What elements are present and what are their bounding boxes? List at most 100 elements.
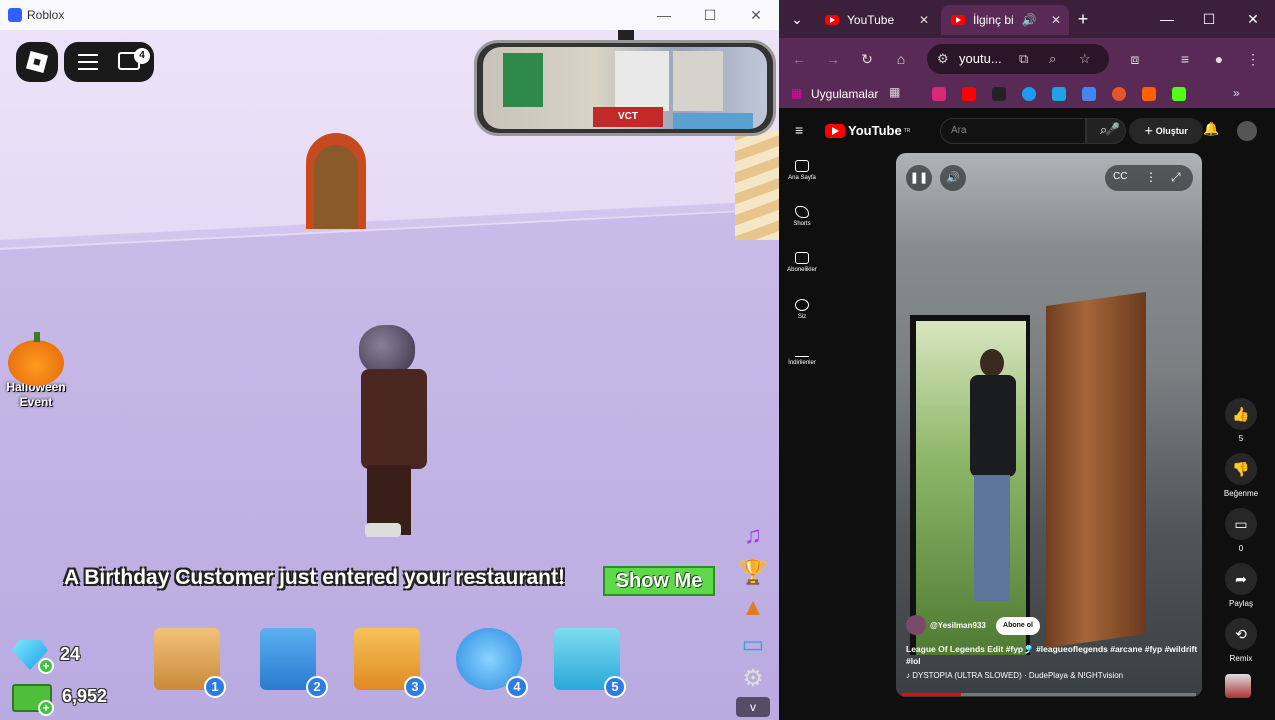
trophy-icon[interactable]: 🏆 (737, 556, 769, 588)
pumpkin-icon (8, 332, 64, 386)
youtube-favicon-icon (825, 15, 839, 25)
home-icon[interactable]: ⌂ (889, 47, 913, 71)
halloween-event-button[interactable]: Halloween Event (4, 332, 68, 410)
guide-menu-icon[interactable]: ≡ (795, 122, 803, 138)
create-button[interactable]: ＋ Oluştur (1129, 118, 1203, 144)
hotbar-slot-1[interactable]: 1 (146, 620, 230, 702)
subscribe-button[interactable]: Abone ol (996, 617, 1040, 635)
profile-avatar-icon[interactable]: ● (1207, 47, 1231, 71)
microphone-icon[interactable]: 🎤 (1105, 122, 1120, 136)
arched-door (306, 133, 366, 229)
youtube-search-input[interactable]: Ara (940, 118, 1086, 144)
like-button[interactable]: 👍 5 (1211, 398, 1271, 443)
back-icon[interactable]: ← (787, 47, 811, 71)
notifications-bell-icon[interactable]: 🔔 (1203, 121, 1219, 137)
bookmark-star-icon[interactable]: ☆ (1079, 44, 1091, 74)
cash-value: 6,952 (62, 686, 108, 706)
channel-name[interactable]: @Yesilman933 (930, 621, 986, 630)
tab-youtube[interactable]: YouTube ✕ (815, 5, 937, 35)
video-progress-bar[interactable] (902, 693, 1196, 696)
add-gems-icon[interactable]: + (38, 658, 54, 674)
settings-gear-icon[interactable]: ⚙ (737, 662, 769, 694)
close-button[interactable]: ✕ (1241, 7, 1265, 31)
new-tab-button[interactable]: + (1071, 7, 1095, 31)
sidebar-item-subscriptions[interactable]: Abonelikler (779, 252, 825, 273)
sidebar-item-you[interactable]: Siz (779, 299, 825, 320)
shorts-icon (795, 206, 809, 218)
browser-menu-icon[interactable]: ⋮ (1241, 47, 1265, 71)
forward-icon[interactable]: → (821, 47, 845, 71)
collapse-button[interactable]: v (736, 697, 770, 717)
cash-counter[interactable]: + 6,952 (12, 678, 122, 718)
hotbar-slot-2[interactable]: 2 (248, 620, 332, 702)
share-icon: ➦ (1225, 563, 1257, 595)
remix-button[interactable]: ⟲ Remix (1211, 618, 1271, 663)
bookmark-icon[interactable] (1082, 87, 1096, 101)
bookmarks-bar: ▦ Uygulamalar ▦ » (779, 80, 1275, 108)
tab-audio-icon[interactable]: 🔊 (1022, 13, 1037, 27)
sidebar-item-downloads[interactable]: İndirilenler (779, 345, 825, 366)
hotbar-slot-5[interactable]: 5 (546, 620, 630, 702)
account-avatar[interactable] (1237, 121, 1257, 141)
tab-search-icon[interactable]: ⌄ (785, 7, 809, 31)
reload-icon[interactable]: ↻ (855, 47, 879, 71)
address-bar[interactable]: ⚙ youtu... ⧉ ⌕ ☆ (927, 44, 1109, 74)
shorts-player[interactable]: ❚❚ 🔊 CC ⋮ ⤢ @Yesilman933 Abone ol League… (896, 153, 1202, 697)
close-button[interactable]: ✕ (733, 0, 779, 30)
more-bookmarks-icon[interactable]: » (1233, 86, 1240, 100)
game-viewport[interactable]: VCT 4 Halloween Event A Birthday Custome… (0, 30, 779, 720)
captions-icon[interactable]: CC (1113, 171, 1127, 182)
pause-button[interactable]: ❚❚ (906, 165, 932, 191)
minimize-button[interactable]: — (641, 0, 687, 30)
you-icon (795, 299, 809, 311)
tab-strip: ⌄ YouTube ✕ İlginç bi 🔊 ✕ + — ☐ ✕ (779, 0, 1275, 38)
roblox-menu-logo-button[interactable] (16, 42, 58, 82)
player-avatar (355, 325, 431, 540)
tab-groups-icon[interactable]: ▦ (889, 85, 900, 99)
maximize-button[interactable]: ☐ (1197, 7, 1221, 31)
media-control-icon[interactable]: ≡ (1173, 47, 1197, 71)
bookmark-icon[interactable] (1022, 87, 1036, 101)
roblox-titlebar: Roblox — ☐ ✕ (0, 0, 779, 30)
more-options-icon[interactable]: ⋮ (1145, 170, 1157, 184)
maximize-button[interactable]: ☐ (687, 0, 733, 30)
hamburger-menu-icon[interactable] (78, 54, 98, 70)
channel-avatar[interactable] (906, 615, 926, 635)
bookmark-icon[interactable] (1052, 87, 1066, 101)
youtube-bookmark-icon[interactable] (962, 87, 976, 101)
bookmark-icon[interactable] (1112, 87, 1126, 101)
kick-icon[interactable] (1172, 87, 1186, 101)
hotbar-slot-4[interactable]: 4 (448, 620, 532, 702)
map-icon[interactable]: ▭ (737, 628, 769, 660)
fullscreen-icon[interactable]: ⤢ (1171, 170, 1181, 185)
sound-thumbnail[interactable] (1225, 674, 1251, 698)
sign-icon[interactable]: ▲ (737, 592, 769, 624)
volume-button[interactable]: 🔊 (940, 165, 966, 191)
hepsiburada-icon[interactable] (1142, 87, 1156, 101)
music-icon[interactable]: ♫ (737, 520, 769, 552)
sidebar-item-home[interactable]: Ana Sayfa (779, 160, 825, 181)
tab-close-icon[interactable]: ✕ (919, 13, 929, 27)
tab-close-icon[interactable]: ✕ (1051, 13, 1061, 27)
sidebar-item-shorts[interactable]: Shorts (779, 206, 825, 227)
add-cash-icon[interactable]: + (38, 700, 54, 716)
tab-active-video[interactable]: İlginç bi 🔊 ✕ (941, 5, 1069, 35)
share-button[interactable]: ➦ Paylaş (1211, 563, 1271, 608)
install-app-icon[interactable]: ⧉ (1019, 44, 1028, 74)
video-title[interactable]: League Of Legends Edit #fyp🎐 #leagueofle… (906, 643, 1198, 667)
show-me-button[interactable]: Show Me (603, 566, 715, 596)
dislike-button[interactable]: 👎 Beğenme (1211, 453, 1271, 498)
gems-counter[interactable]: + 24 (12, 636, 112, 676)
zoom-icon[interactable]: ⌕ (1049, 44, 1056, 74)
site-info-icon[interactable]: ⚙ (937, 44, 949, 74)
hotbar-slot-3[interactable]: 3 (346, 620, 430, 702)
minimize-button[interactable]: — (1155, 7, 1179, 31)
comments-button[interactable]: ▭ 0 (1211, 508, 1271, 553)
instagram-icon[interactable] (932, 87, 946, 101)
youtube-logo[interactable]: YouTube TR (825, 123, 910, 138)
gems-value: 24 (60, 644, 81, 664)
extensions-icon[interactable]: ⧈ (1123, 47, 1147, 71)
music-credit[interactable]: ♪ DYSTOPIA (ULTRA SLOWED) · DudePlaya & … (906, 671, 1123, 680)
bookmark-icon[interactable] (992, 87, 1006, 101)
apps-bookmark[interactable]: Uygulamalar (811, 87, 878, 101)
